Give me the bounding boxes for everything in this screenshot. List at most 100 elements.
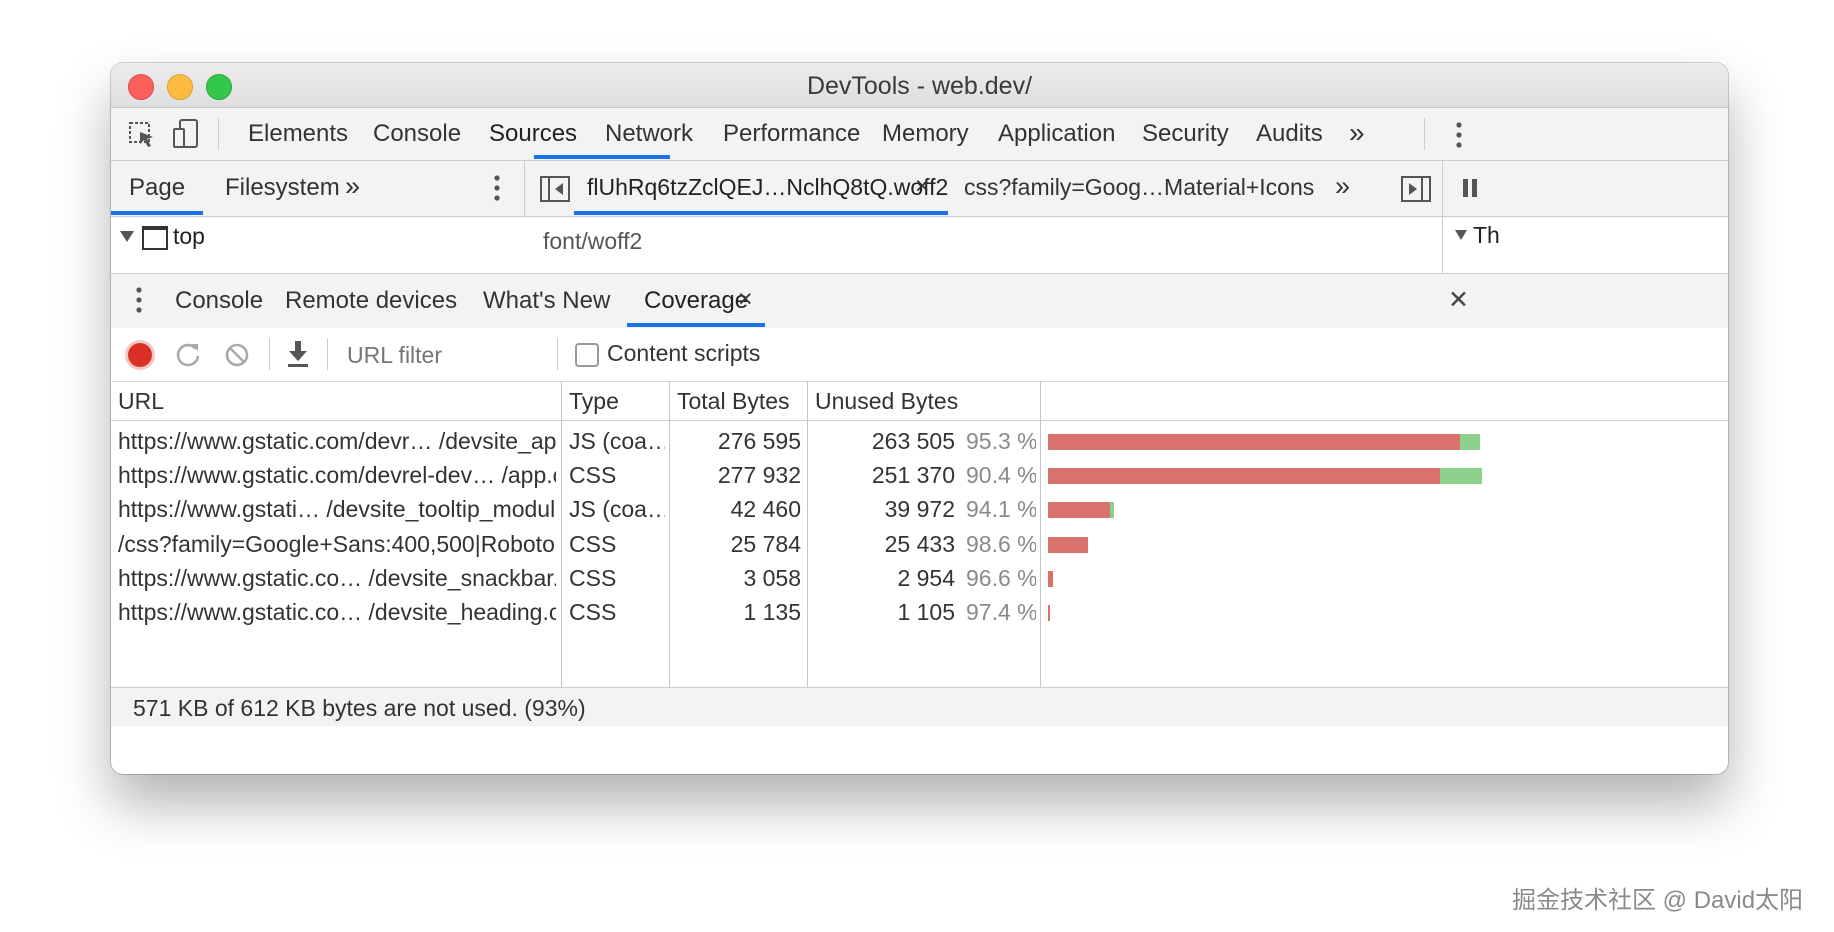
cell-total-bytes: 1 135 <box>743 599 801 625</box>
tab-audits[interactable]: Audits <box>1256 120 1323 148</box>
editor-more-chevron-icon[interactable]: » <box>1335 171 1350 202</box>
reload-icon[interactable] <box>174 341 202 369</box>
table-row[interactable]: https://www.gstatic.co… /devsite_heading… <box>111 593 1728 633</box>
sources-tabs-row: Page Filesystem » flUhRq6tzZclQEJ…NclhQ8… <box>111 161 1728 273</box>
unused-bytes-bar <box>1048 536 1088 553</box>
coverage-table: URL Type Total Bytes Unused Bytes https:… <box>111 382 1728 687</box>
coverage-tab-close-icon[interactable]: × <box>738 285 753 314</box>
cell-unused-percent: 96.6 % <box>966 564 1036 591</box>
cell-type: JS (coa… <box>569 428 665 454</box>
tab-performance[interactable]: Performance <box>723 120 860 148</box>
unused-bytes-bar <box>1048 468 1441 485</box>
content-scripts-label: Content scripts <box>607 340 761 366</box>
tab-security[interactable]: Security <box>1142 120 1229 148</box>
tab-memory[interactable]: Memory <box>882 120 969 148</box>
window-title: DevTools - web.dev/ <box>806 72 1033 100</box>
drawer-tab-whats-new[interactable]: What's New <box>483 287 610 315</box>
clear-icon[interactable] <box>223 341 251 369</box>
tab-sources[interactable]: Sources <box>489 120 577 148</box>
tree-item-top[interactable]: top <box>173 223 205 250</box>
record-button[interactable] <box>128 343 152 367</box>
debugger-divider <box>1442 217 1443 273</box>
cell-total-bytes: 42 460 <box>730 496 801 523</box>
unused-bytes-bar <box>1048 434 1460 450</box>
used-bytes-bar <box>1459 434 1480 450</box>
cell-url: https://www.gstatic.com/devrel-dev… /app… <box>118 462 556 489</box>
export-download-icon[interactable] <box>285 339 311 369</box>
editor-tab-underline <box>574 211 948 215</box>
column-header-url[interactable]: URL <box>118 388 164 415</box>
tab-console[interactable]: Console <box>373 120 461 148</box>
more-tabs-chevron-icon[interactable]: » <box>1349 117 1365 149</box>
section-expand-arrow-icon[interactable] <box>1455 230 1467 240</box>
tab-application[interactable]: Application <box>998 120 1115 148</box>
editor-tab-css-family[interactable]: css?family=Goog…Material+Icons <box>964 174 1314 201</box>
close-drawer-icon[interactable]: ✕ <box>1448 285 1469 315</box>
tree-expand-arrow-icon[interactable] <box>120 231 134 242</box>
toggle-debugger-icon[interactable] <box>1400 175 1432 203</box>
unused-bytes-bar <box>1048 570 1053 587</box>
cell-url: https://www.gstatic.co… /devsite_snackba… <box>118 564 556 591</box>
editor-tab-woff2[interactable]: flUhRq6tzZclQEJ…NclhQ8tQ.woff2 <box>587 174 948 201</box>
cell-unused-percent: 95.3 % <box>966 428 1036 454</box>
navigator-menu-icon[interactable] <box>487 173 507 203</box>
file-content-text: font/woff2 <box>543 228 643 254</box>
drawer-tab-underline <box>627 323 765 327</box>
cell-url: https://www.gstatic.co… /devsite_heading… <box>118 599 556 625</box>
column-divider <box>807 382 808 687</box>
tab-network[interactable]: Network <box>605 120 693 148</box>
frame-icon <box>142 226 168 250</box>
drawer-tab-remote-devices[interactable]: Remote devices <box>285 287 457 315</box>
cell-url: /css?family=Google+Sans:400,500|Roboto:4… <box>118 530 556 557</box>
toggle-navigator-icon[interactable] <box>539 175 571 203</box>
drawer-menu-icon[interactable] <box>129 285 149 315</box>
used-bytes-bar <box>1440 468 1482 485</box>
navigator-tab-underline <box>111 211 203 215</box>
navigator-more-chevron-icon[interactable]: » <box>345 171 360 202</box>
watermark: 掘金技术社区 @ David太阳 <box>1512 887 1804 914</box>
cell-unused-bytes: 39 972 <box>884 496 955 523</box>
toolbar-divider <box>269 338 270 370</box>
sources-content-strip: top font/woff2 Th <box>111 217 1728 273</box>
pause-icon[interactable] <box>1461 177 1479 199</box>
cell-type: CSS <box>569 530 617 557</box>
unused-bytes-bar <box>1048 502 1111 519</box>
toolbar-divider <box>327 338 328 370</box>
cell-total-bytes: 276 595 <box>717 428 801 454</box>
cell-total-bytes: 3 058 <box>743 564 801 591</box>
used-bytes-bar <box>1110 502 1115 519</box>
column-header-total-bytes[interactable]: Total Bytes <box>677 388 790 415</box>
active-tab-indicator <box>534 155 670 159</box>
drawer-tab-coverage[interactable]: Coverage <box>644 287 748 315</box>
navigator-tab-filesystem[interactable]: Filesystem <box>225 174 340 202</box>
unused-bytes-bar <box>1048 605 1050 621</box>
editor-tab-close-icon[interactable]: × <box>915 172 930 201</box>
cell-type: CSS <box>569 599 617 625</box>
inspect-element-icon[interactable] <box>127 120 157 150</box>
column-header-type[interactable]: Type <box>569 388 619 415</box>
toolbar-divider <box>218 118 219 150</box>
table-header: URL Type Total Bytes Unused Bytes <box>111 382 1728 421</box>
content-scripts-checkbox[interactable] <box>575 343 599 367</box>
title-bar: DevTools - web.dev/ <box>111 63 1728 108</box>
url-filter-input[interactable] <box>345 338 549 372</box>
cell-type: CSS <box>569 564 617 591</box>
customize-menu-icon[interactable] <box>1449 120 1469 150</box>
column-divider <box>669 382 670 687</box>
cell-unused-percent: 90.4 % <box>966 462 1036 489</box>
tab-elements[interactable]: Elements <box>248 120 348 148</box>
device-toolbar-icon[interactable] <box>171 118 201 150</box>
cell-unused-percent: 94.1 % <box>966 496 1036 523</box>
cell-unused-bytes: 251 370 <box>871 462 955 489</box>
cell-url: https://www.gstatic.com/devr… /devsite_a… <box>118 428 556 454</box>
cell-type: JS (coa… <box>569 496 665 523</box>
navigator-tab-page[interactable]: Page <box>129 174 185 202</box>
toolbar-divider <box>1424 118 1425 150</box>
drawer-tab-console[interactable]: Console <box>175 287 263 315</box>
column-header-unused-bytes[interactable]: Unused Bytes <box>815 388 958 415</box>
column-divider <box>1040 382 1041 687</box>
toolbar-divider <box>557 338 558 370</box>
cell-total-bytes: 277 932 <box>717 462 801 489</box>
coverage-summary: 571 KB of 612 KB bytes are not used. (93… <box>133 695 586 721</box>
cell-type: CSS <box>569 462 617 489</box>
